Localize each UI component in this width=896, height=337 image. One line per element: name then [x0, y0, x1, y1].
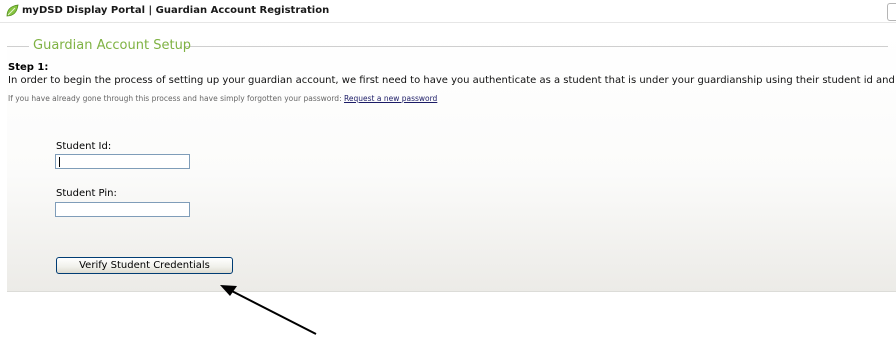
- student-id-input[interactable]: [55, 154, 190, 169]
- text-caret: [59, 157, 60, 167]
- fieldset-legend: Guardian Account Setup: [33, 38, 192, 53]
- fieldset-border-left: [7, 46, 29, 47]
- title-bar: myDSD Display Portal | Guardian Account …: [0, 0, 896, 23]
- window-title: myDSD Display Portal | Guardian Account …: [22, 5, 330, 16]
- request-new-password-link[interactable]: Request a new password: [344, 94, 437, 103]
- student-pin-input[interactable]: [55, 202, 190, 217]
- step-description: In order to begin the process of setting…: [8, 75, 896, 86]
- window-edge: [887, 3, 896, 21]
- forgot-password-note: If you have already gone through this pr…: [8, 94, 437, 103]
- step-label: Step 1:: [8, 62, 49, 73]
- student-id-label: Student Id:: [56, 141, 112, 152]
- forgot-password-text: If you have already gone through this pr…: [8, 94, 342, 103]
- fieldset-border-right: [184, 46, 888, 47]
- verify-student-credentials-button[interactable]: Verify Student Credentials: [56, 257, 233, 274]
- pointer-arrow-icon: [220, 285, 317, 335]
- green-leaf-icon: [6, 4, 19, 17]
- student-pin-label: Student Pin:: [56, 188, 117, 199]
